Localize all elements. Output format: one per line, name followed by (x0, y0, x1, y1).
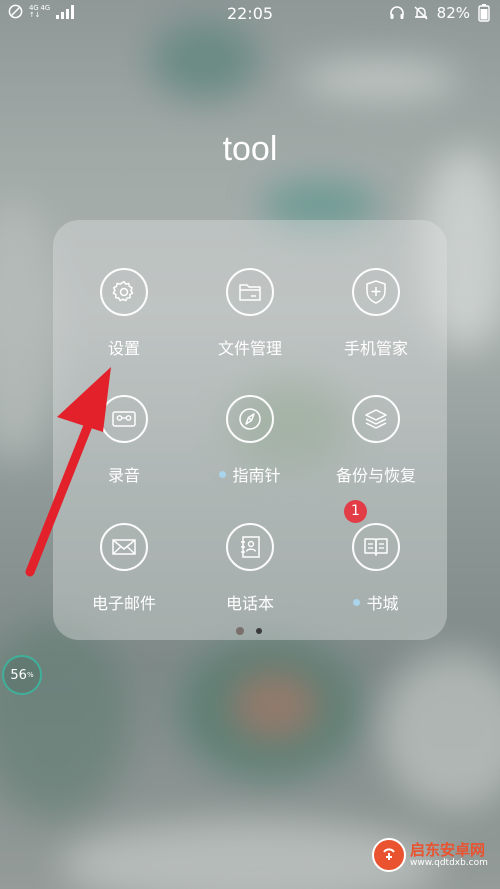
watermark: 启东安卓网 www.qdtdxb.com (372, 838, 488, 872)
watermark-url: www.qdtdxb.com (410, 858, 488, 868)
watermark-name: 启东安卓网 (410, 841, 486, 859)
annotation-arrow-icon (25, 367, 111, 577)
watermark-logo-icon (372, 838, 406, 872)
